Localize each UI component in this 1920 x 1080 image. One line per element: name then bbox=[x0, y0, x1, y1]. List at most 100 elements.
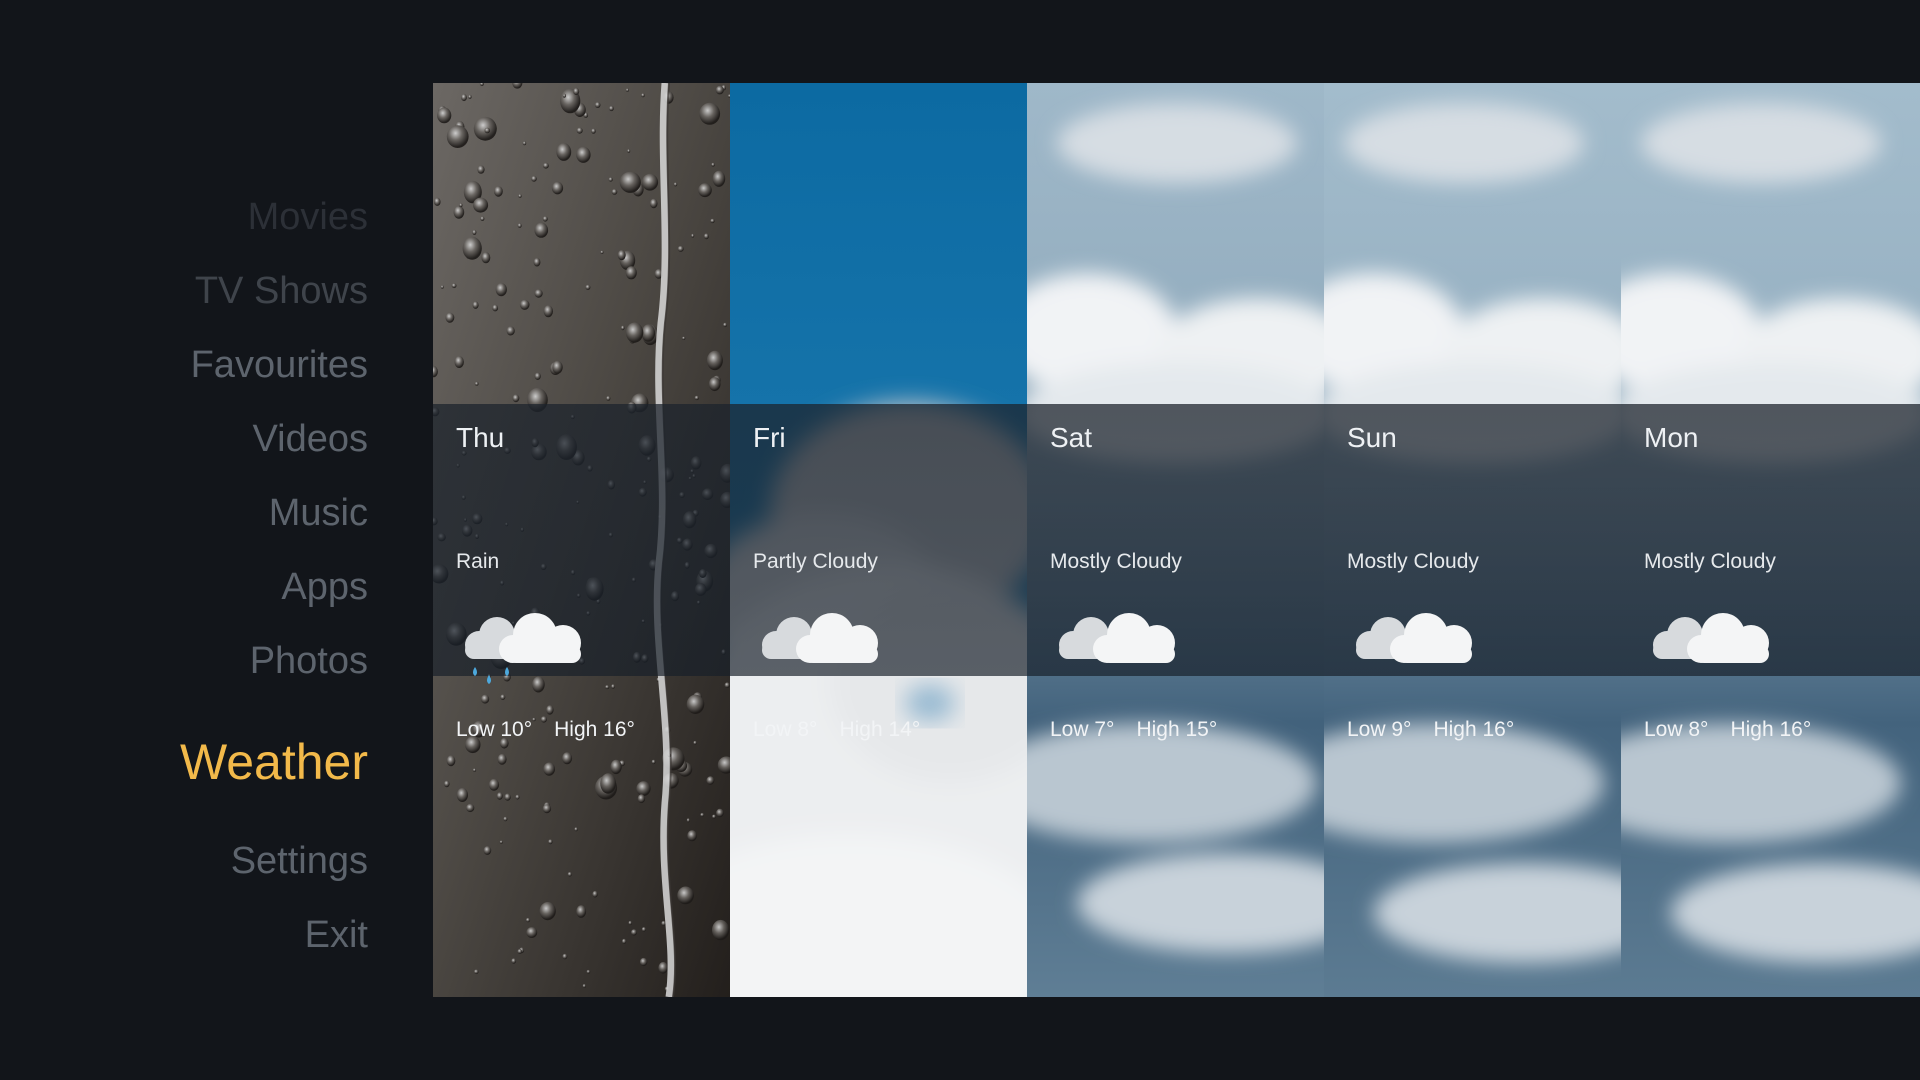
rain-droplet bbox=[562, 953, 568, 960]
forecast-day-card[interactable]: Mon Mostly Cloudy Low 8° High 16° bbox=[1621, 83, 1920, 997]
menu-item-settings[interactable]: Settings bbox=[231, 838, 368, 884]
rain-droplet bbox=[574, 827, 578, 832]
day-condition: Mostly Cloudy bbox=[1644, 550, 1776, 573]
rain-droplet bbox=[600, 773, 616, 794]
menu-item-exit[interactable]: Exit bbox=[305, 912, 368, 958]
cloud-icon bbox=[1059, 613, 1175, 663]
rain-droplet bbox=[649, 198, 658, 209]
rain-droplet bbox=[542, 804, 552, 814]
rain-droplet bbox=[710, 218, 715, 224]
rain-droplet bbox=[562, 752, 573, 765]
rain-droplet bbox=[534, 222, 549, 238]
menu-item-photos[interactable]: Photos bbox=[250, 638, 368, 684]
rain-droplet bbox=[703, 233, 709, 240]
menu-item-movies[interactable]: Movies bbox=[248, 194, 368, 240]
rain-droplet bbox=[698, 183, 712, 198]
rain-droplet bbox=[715, 85, 724, 95]
rain-droplet bbox=[446, 755, 456, 767]
low-temperature: Low 8° bbox=[753, 718, 818, 741]
day-name: Sun bbox=[1347, 422, 1397, 453]
rain-droplet bbox=[651, 759, 656, 765]
rain-droplet bbox=[625, 322, 644, 343]
day-name: Mon bbox=[1644, 422, 1699, 453]
day-condition: Partly Cloudy bbox=[753, 550, 878, 573]
menu-item-tv-shows[interactable]: TV Shows bbox=[195, 268, 368, 314]
menu-item-weather[interactable]: Weather bbox=[180, 732, 368, 792]
rain-droplet bbox=[641, 927, 646, 932]
rain-droplet bbox=[610, 759, 622, 775]
rain-droplet bbox=[611, 684, 615, 689]
rain-droplet bbox=[608, 177, 613, 182]
rain-droplet bbox=[586, 969, 591, 974]
forecast-day-card[interactable]: Sat Mostly Cloudy Low 7° High 15° bbox=[1027, 83, 1324, 997]
rain-droplet bbox=[712, 919, 730, 941]
rain-droplet bbox=[686, 694, 705, 714]
rain-droplet bbox=[619, 171, 641, 193]
menu-item-favourites[interactable]: Favourites bbox=[191, 342, 368, 388]
rain-droplet bbox=[700, 813, 705, 817]
rain-droplet bbox=[494, 186, 503, 197]
rain-droplet bbox=[533, 257, 541, 267]
rain-droplet bbox=[492, 304, 499, 312]
menu-item-music[interactable]: Music bbox=[269, 490, 368, 536]
rain-droplet bbox=[548, 839, 553, 845]
rain-droplet bbox=[576, 146, 591, 163]
rain-droplet bbox=[472, 301, 479, 309]
rain-droplet bbox=[484, 127, 491, 134]
day-name: Fri bbox=[753, 422, 786, 453]
forecast-panel: Thu Rain Low 10° High 16° Fri Partly Clo… bbox=[433, 83, 1920, 997]
rain-droplet bbox=[682, 336, 686, 340]
rain-droplet bbox=[699, 102, 721, 125]
temperature-range: Low 10° High 16° bbox=[456, 717, 635, 743]
rain-droplet bbox=[631, 929, 637, 936]
rain-droplet bbox=[591, 128, 596, 134]
menu-item-videos[interactable]: Videos bbox=[252, 416, 368, 462]
rain-droplet bbox=[567, 872, 572, 877]
rain-droplet bbox=[622, 938, 627, 945]
rain-droplet bbox=[445, 312, 455, 323]
rain-droplet bbox=[539, 902, 556, 921]
rain-droplet bbox=[573, 87, 580, 96]
rain-droplet bbox=[518, 194, 522, 198]
rain-droplet bbox=[451, 283, 457, 289]
menu-item-apps[interactable]: Apps bbox=[281, 564, 368, 610]
rain-droplet bbox=[552, 360, 563, 374]
rain-droplet bbox=[625, 266, 637, 280]
high-temperature: High 16° bbox=[1433, 718, 1515, 741]
rain-droplet bbox=[462, 236, 482, 260]
rain-droplet bbox=[677, 886, 694, 905]
rain-droplet bbox=[504, 793, 511, 801]
day-condition: Mostly Cloudy bbox=[1347, 550, 1479, 573]
low-temperature: Low 7° bbox=[1050, 718, 1115, 741]
rain-droplet bbox=[592, 890, 598, 898]
rain-droplet bbox=[506, 326, 515, 336]
rain-droplet bbox=[694, 395, 699, 401]
rain-droplet bbox=[519, 299, 530, 310]
rain-droplet bbox=[723, 322, 728, 328]
cloud-icon bbox=[1356, 613, 1472, 663]
rain-droplet bbox=[517, 949, 523, 954]
rain-droplet bbox=[483, 846, 492, 855]
low-temperature: Low 9° bbox=[1347, 718, 1412, 741]
rain-droplet bbox=[444, 780, 450, 788]
rain-droplet bbox=[495, 283, 507, 297]
rain-droplet bbox=[454, 356, 464, 368]
rain-droplet bbox=[673, 182, 678, 187]
rain-droplet bbox=[716, 808, 724, 818]
rain-droplet bbox=[636, 781, 651, 796]
rain-droplet bbox=[594, 102, 601, 108]
rain-droplet bbox=[446, 125, 469, 148]
forecast-day-card[interactable]: Thu Rain Low 10° High 16° bbox=[433, 83, 730, 997]
rain-droplet bbox=[459, 203, 463, 208]
rain-droplet bbox=[481, 252, 491, 264]
forecast-day-card[interactable]: Sun Mostly Cloudy Low 9° High 16° bbox=[1324, 83, 1621, 997]
rain-droplet bbox=[627, 149, 631, 153]
rain-droplet bbox=[500, 694, 506, 700]
rain-droplet bbox=[488, 778, 500, 791]
rain-droplet bbox=[576, 905, 587, 918]
rain-droplet bbox=[693, 740, 697, 745]
cloud-icon bbox=[762, 613, 878, 663]
rain-droplet bbox=[440, 285, 444, 289]
rain-droplet bbox=[562, 93, 566, 98]
forecast-day-card[interactable]: Fri Partly Cloudy Low 8° High 14° bbox=[730, 83, 1027, 997]
